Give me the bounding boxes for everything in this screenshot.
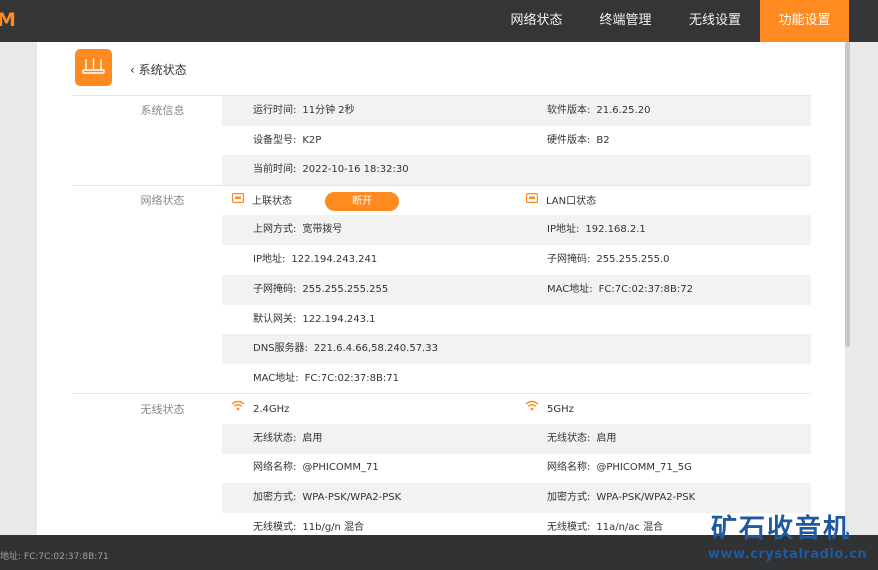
nav-function-settings[interactable]: 功能设置 [760,0,849,42]
lan-ip-value: 192.168.2.1 [585,224,646,235]
wifi24-ssid-label: 网络名称: [253,462,297,473]
software-version-value: 21.6.25.20 [596,105,651,116]
network-row: DNS服务器: 221.6.4.66,58.240.57.33 [222,334,811,364]
current-time-label: 当前时间: [253,164,297,175]
wan-mode-value: 宽带拨号 [302,224,343,235]
wifi5-mode-value: 11a/n/ac 混合 [596,522,664,533]
wan-mac-label: MAC地址: [253,373,299,384]
band-5ghz-header: 5GHz [547,404,574,415]
scrollbar[interactable] [845,42,850,347]
lan-mac-value: FC:7C:02:37:8B:72 [598,284,693,295]
wifi5-encryption-label: 加密方式: [547,492,591,503]
wan-gateway-label: 默认网关: [253,314,297,325]
wifi5-ssid-value: @PHICOMM_71_5G [596,462,692,473]
breadcrumb-label: 系统状态 [138,63,187,77]
section-title-system-info: 系统信息 [140,104,185,117]
router-app-icon [75,49,112,86]
chevron-left-icon: ‹ [130,63,135,77]
lan-status-header: LAN口状态 [546,196,597,207]
wan-mask-label: 子网掩码: [253,284,297,295]
section-title-network-status: 网络状态 [140,194,185,207]
nav-terminal-management[interactable]: 终端管理 [589,0,662,42]
wifi24-encryption-value: WPA-PSK/WPA2-PSK [302,492,402,503]
model-label: 设备型号: [253,135,297,146]
wan-ip-label: IP地址: [253,254,286,265]
ethernet-port-icon [526,186,539,216]
network-row: 上网方式: 宽带拨号 IP地址: 192.168.2.1 [222,215,811,245]
wifi5-state-label: 无线状态: [547,433,591,444]
section-title-wireless-status: 无线状态 [140,403,185,416]
wifi5-encryption-value: WPA-PSK/WPA2-PSK [596,492,696,503]
lan-mask-label: 子网掩码: [547,254,591,265]
ethernet-port-icon [232,186,245,216]
uptime-label: 运行时间: [253,105,297,116]
wan-dns-label: DNS服务器: [253,343,308,354]
wifi-icon [231,394,245,424]
wan-status-header: 上联状态 [252,196,292,207]
info-row: 当前时间: 2022-10-16 18:32:30 [222,155,811,185]
current-time-value: 2022-10-16 18:32:30 [302,164,409,175]
wan-ip-value: 122.194.243.241 [291,254,378,265]
lan-mac-label: MAC地址: [547,284,593,295]
wireless-header-row: 2.4GHz 5GHz [222,394,811,424]
watermark-logo-text: 矿石收音机 [711,514,852,544]
wan-dns-value: 221.6.4.66,58.240.57.33 [313,343,438,354]
wifi24-state-label: 无线状态: [253,433,297,444]
network-row: MAC地址: FC:7C:02:37:8B:71 [222,364,811,394]
wireless-row: 无线状态: 启用 无线状态: 启用 [222,424,811,454]
network-row: IP地址: 122.194.243.241 子网掩码: 255.255.255.0 [222,245,811,275]
wan-mode-label: 上网方式: [253,224,297,235]
uptime-value: 11分钟 2秒 [302,105,355,116]
wifi5-ssid-label: 网络名称: [547,462,591,473]
network-row: 默认网关: 122.194.243.1 [222,305,811,335]
wifi24-state-value: 启用 [302,433,323,444]
lan-mask-value: 255.255.255.0 [596,254,670,265]
wifi5-state-value: 启用 [596,433,617,444]
lan-ip-label: IP地址: [547,224,580,235]
wifi24-encryption-label: 加密方式: [253,492,297,503]
wifi24-ssid-value: @PHICOMM_71 [302,462,379,473]
disconnect-button[interactable]: 断开 [325,192,399,211]
info-row: 运行时间: 11分钟 2秒 软件版本: 21.6.25.20 [222,96,811,126]
watermark-url: www.crystalradio.cn [708,547,868,562]
hardware-version-value: B2 [596,135,610,146]
band-24ghz-header: 2.4GHz [253,404,290,415]
wan-mac-value: FC:7C:02:37:8B:71 [304,373,399,384]
wan-gateway-value: 122.194.243.1 [302,314,376,325]
network-row: 子网掩码: 255.255.255.255 MAC地址: FC:7C:02:37:8… [222,275,811,305]
nav-wireless-settings[interactable]: 无线设置 [677,0,753,42]
wifi5-mode-label: 无线模式: [547,522,591,533]
top-navigation-bar: M 网络状态 终端管理 无线设置 功能设置 [0,0,878,42]
wifi-icon [525,394,539,424]
wireless-row: 网络名称: @PHICOMM_71 网络名称: @PHICOMM_71_5G [222,453,811,483]
nav-network-status[interactable]: 网络状态 [500,0,573,42]
wifi24-mode-label: 无线模式: [253,522,297,533]
hardware-version-label: 硬件版本: [547,135,591,146]
back-to-system-status[interactable]: ‹ 系统状态 [130,61,187,78]
model-value: K2P [302,135,322,146]
logo: M [0,9,16,31]
wifi24-mode-value: 11b/g/n 混合 [302,522,365,533]
wan-mask-value: 255.255.255.255 [302,284,389,295]
info-row: 设备型号: K2P 硬件版本: B2 [222,126,811,156]
software-version-label: 软件版本: [547,105,591,116]
footer-mac-address: 地址: FC:7C:02:37:8B:71 [0,552,109,562]
network-header-row: 上联状态 断开 LAN口状态 [222,186,811,216]
